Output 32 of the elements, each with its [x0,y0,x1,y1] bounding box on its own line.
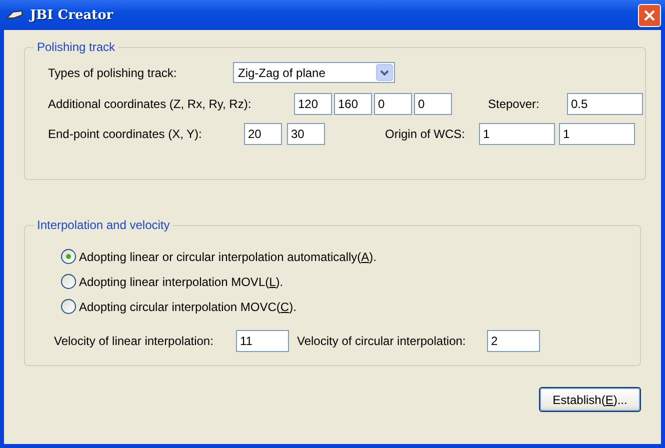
group-title: Polishing track [36,40,116,54]
velocity-input[interactable]: 2 [487,330,540,352]
velocity-input[interactable]: 11 [236,330,289,352]
coordinate-input[interactable]: 20 [244,123,282,145]
field-label: Velocity of circular interpolation: [297,334,467,348]
field-label: Additional coordinates (Z, Rx, Ry, Rz): [48,97,252,111]
coordinate-input[interactable]: 0 [374,93,412,115]
field-label: Origin of WCS: [385,127,466,141]
close-icon [644,10,655,20]
radio-label[interactable]: Adopting linear or circular interpolation automatically(A). [79,250,376,264]
field-label: Stepover: [488,97,540,111]
field-label: End-point coordinates (X, Y): [48,127,203,141]
window-title: JBI Creator [30,8,114,22]
radio-label[interactable]: Adopting linear interpolation MOVL(L). [79,274,284,288]
track-type-dropdown[interactable]: Zig-Zag of plane [233,62,395,83]
field-label: Types of polishing track: [48,66,178,80]
radio-button[interactable] [61,274,76,289]
group-title: Interpolation and velocity [36,218,171,232]
coordinate-input[interactable]: 160 [334,93,372,115]
pen-icon [6,9,24,21]
coordinate-input[interactable]: 0 [414,93,452,115]
coordinate-input[interactable]: 120 [294,93,332,115]
close-button[interactable] [638,4,661,26]
coordinate-input[interactable]: 30 [287,123,325,145]
origin-input[interactable]: 1 [479,123,555,145]
establish-button[interactable]: Establish(E)... [539,387,641,412]
field-label: Velocity of linear interpolation: [54,334,214,348]
origin-input[interactable]: 1 [559,123,635,145]
radio-button[interactable] [61,249,76,264]
radio-label[interactable]: Adopting circular interpolation MOVC(C). [79,300,296,314]
stepover-input[interactable]: 0.5 [567,93,643,115]
radio-button[interactable] [61,299,76,314]
